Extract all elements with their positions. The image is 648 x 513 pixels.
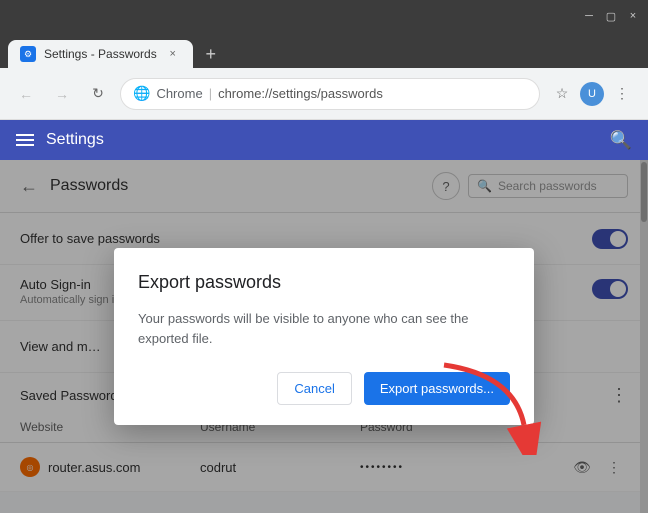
hamburger-line-2 [16, 139, 34, 141]
maximize-button[interactable]: ▢ [604, 9, 618, 23]
export-passwords-button[interactable]: Export passwords... [364, 372, 510, 405]
cancel-button[interactable]: Cancel [277, 372, 351, 405]
page-content: ← Passwords ? 🔍 Search passwords Offer t… [0, 160, 648, 513]
hamburger-menu-button[interactable] [16, 134, 34, 146]
minimize-button[interactable]: ─ [582, 9, 596, 23]
browser-menu-button[interactable]: ⋮ [608, 80, 636, 108]
dialog-wrapper: Export passwords Your passwords will be … [114, 248, 534, 425]
modal-overlay: Export passwords Your passwords will be … [0, 160, 648, 513]
tab-bar: ⚙ Settings - Passwords × + [0, 32, 648, 68]
settings-toolbar: Settings 🔍 [0, 120, 648, 160]
address-actions: ☆ U ⋮ [548, 80, 636, 108]
title-bar: ─ ▢ × [0, 0, 648, 32]
dialog-message: Your passwords will be visible to anyone… [138, 309, 510, 348]
avatar[interactable]: U [580, 82, 604, 106]
export-passwords-dialog: Export passwords Your passwords will be … [114, 248, 534, 425]
dialog-title: Export passwords [138, 272, 510, 293]
hamburger-line-1 [16, 134, 34, 136]
close-window-button[interactable]: × [626, 9, 640, 23]
tab-close-button[interactable]: × [165, 46, 181, 62]
hamburger-line-3 [16, 144, 34, 146]
new-tab-button[interactable]: + [197, 40, 225, 68]
active-tab[interactable]: ⚙ Settings - Passwords × [8, 40, 193, 68]
settings-search-button[interactable]: 🔍 [610, 130, 632, 151]
tab-label: Settings - Passwords [44, 47, 157, 61]
forward-button[interactable]: → [48, 80, 76, 108]
url-separator: | [209, 86, 212, 101]
back-button[interactable]: ← [12, 80, 40, 108]
address-bar: ← → ↻ 🌐 Chrome | chrome://settings/passw… [0, 68, 648, 120]
url-path: chrome://settings/passwords [218, 86, 383, 101]
tab-favicon: ⚙ [20, 46, 36, 62]
settings-toolbar-title: Settings [46, 131, 598, 149]
reload-button[interactable]: ↻ [84, 80, 112, 108]
bookmark-button[interactable]: ☆ [548, 80, 576, 108]
url-bar[interactable]: 🌐 Chrome | chrome://settings/passwords [120, 78, 540, 110]
url-prefix: Chrome [156, 86, 202, 101]
url-lock-icon: 🌐 [133, 85, 150, 102]
window-controls: ─ ▢ × [582, 9, 640, 23]
dialog-actions: Cancel Export passwords... [138, 372, 510, 405]
